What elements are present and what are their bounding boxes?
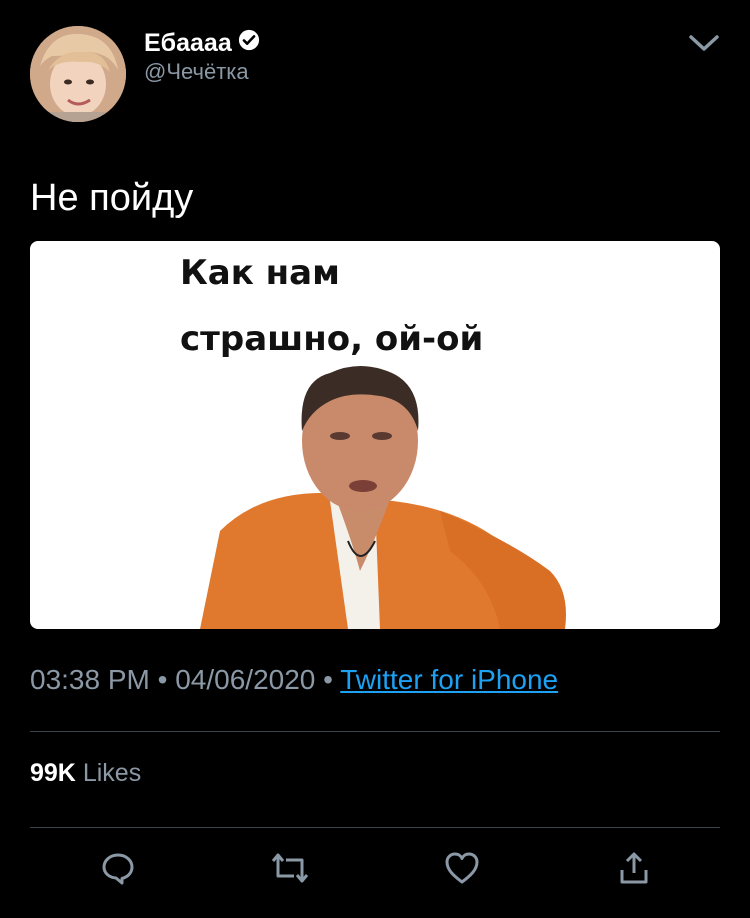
meta-separator: • bbox=[157, 664, 168, 695]
tweet-text: Не пойду bbox=[30, 177, 194, 219]
retweet-button[interactable] bbox=[268, 846, 312, 890]
tweet-meta: 03:38 PM • 04/06/2020 • Twitter for iPho… bbox=[30, 660, 558, 700]
tweet-actions bbox=[0, 846, 750, 896]
likes-label: Likes bbox=[82, 759, 142, 787]
likes-stat[interactable]: 99K Likes bbox=[30, 756, 141, 790]
display-name-text[interactable]: Ебаааа bbox=[144, 28, 232, 58]
media-person-illustration bbox=[200, 366, 566, 629]
chevron-down-icon[interactable] bbox=[688, 30, 720, 56]
reply-button[interactable] bbox=[96, 846, 140, 890]
author-names: Ебаааа @Чечётка bbox=[144, 28, 260, 86]
verified-badge-icon bbox=[238, 28, 260, 58]
retweet-icon bbox=[271, 853, 309, 883]
meta-separator: • bbox=[323, 664, 333, 695]
avatar[interactable] bbox=[30, 26, 126, 122]
divider bbox=[30, 731, 720, 732]
like-button[interactable] bbox=[440, 846, 484, 890]
share-button[interactable] bbox=[612, 846, 656, 890]
tweet-header: Ебаааа @Чечётка bbox=[30, 26, 720, 122]
display-name[interactable]: Ебаааа bbox=[144, 28, 260, 58]
tweet-date: 04/06/2020 bbox=[175, 664, 316, 695]
likes-count: 99K bbox=[30, 759, 76, 787]
tweet-time: 03:38 PM bbox=[30, 664, 150, 695]
user-handle[interactable]: @Чечётка bbox=[144, 58, 260, 86]
tweet-media-image[interactable]: Как нам страшно, ой-ой bbox=[30, 241, 720, 629]
reply-icon bbox=[102, 853, 134, 885]
tweet-source-link[interactable]: Twitter for iPhone bbox=[340, 664, 558, 695]
heart-icon bbox=[445, 852, 479, 884]
share-icon bbox=[620, 852, 648, 884]
divider bbox=[30, 827, 720, 828]
